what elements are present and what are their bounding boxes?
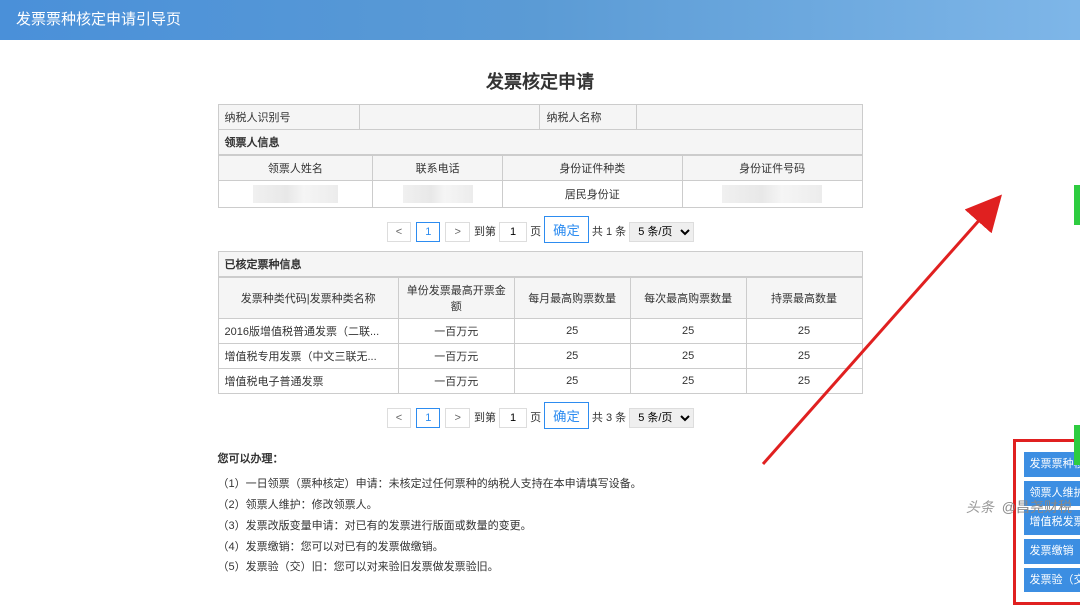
link-invoice-approval[interactable]: 发票票种核定申请	[1024, 452, 1080, 477]
blurred-value	[253, 185, 338, 203]
cell: 25	[630, 319, 746, 344]
blurred-value	[403, 185, 473, 203]
receiver-table: 领票人姓名 联系电话 身份证件种类 身份证件号码 居民身份证	[218, 155, 863, 208]
cell: 25	[746, 344, 862, 369]
label-taxpayer-name: 纳税人名称	[540, 105, 637, 130]
cell: 一百万元	[398, 344, 514, 369]
cell: 25	[746, 319, 862, 344]
scroll-indicator-icon	[1074, 185, 1080, 225]
col-receiver-name: 领票人姓名	[218, 156, 373, 181]
cell: 一百万元	[398, 369, 514, 394]
cell: 25	[514, 319, 630, 344]
col-a1: 单份发票最高开票金额	[398, 278, 514, 319]
page-input[interactable]	[499, 222, 527, 242]
help-line-2: （2）领票人维护：修改领票人。	[218, 495, 863, 516]
help-intro: 您可以办理：	[218, 449, 863, 470]
to-label: 到第	[474, 412, 496, 424]
page-unit: 页	[530, 226, 541, 238]
approved-section-table: 已核定票种信息	[218, 251, 863, 277]
pager-1: < 1 > 到第 页 确定 共 1 条 5 条/页	[0, 216, 1080, 243]
table-row: 2016版增值税普通发票（二联... 一百万元 25 25 25	[218, 319, 862, 344]
help-line-5: （5）发票验（交）旧：您可以对来验旧发票做发票验旧。	[218, 557, 863, 578]
col-a2: 每月最高购票数量	[514, 278, 630, 319]
help-line-4: （4）发票缴销：您可以对已有的发票做缴销。	[218, 537, 863, 558]
toutiao-icon: 头条	[966, 499, 994, 515]
pager-2: < 1 > 到第 页 确定 共 3 条 5 条/页	[0, 402, 1080, 429]
cell: 25	[630, 369, 746, 394]
cell: 25	[514, 344, 630, 369]
col-id-type: 身份证件种类	[502, 156, 682, 181]
per-page-select[interactable]: 5 条/页	[629, 222, 694, 242]
action-links-box: 发票票种核定申请 领票人维护 增值税发票增版增量 发票缴销 发票验（交）旧	[1013, 439, 1080, 605]
cell: 25	[514, 369, 630, 394]
table-row: 居民身份证	[218, 181, 862, 208]
col-a0: 发票种类代码|发票种类名称	[218, 278, 398, 319]
receiver-section-title: 领票人信息	[218, 130, 862, 155]
scroll-indicator-icon	[1074, 425, 1080, 465]
taxpayer-table: 纳税人识别号 纳税人名称 领票人信息	[218, 104, 863, 155]
link-invoice-verify[interactable]: 发票验（交）旧	[1024, 568, 1080, 593]
page-button[interactable]: 1	[416, 222, 440, 242]
page-button[interactable]: 1	[416, 408, 440, 428]
page-title: 发票核定申请	[0, 68, 1080, 94]
label-taxpayer-id: 纳税人识别号	[218, 105, 360, 130]
col-a4: 持票最高数量	[746, 278, 862, 319]
total-label: 共 3 条	[592, 412, 626, 424]
to-label: 到第	[474, 226, 496, 238]
cell: 2016版增值税普通发票（二联...	[218, 319, 398, 344]
per-page-select[interactable]: 5 条/页	[629, 408, 694, 428]
next-button[interactable]: >	[445, 222, 469, 242]
link-invoice-cancel[interactable]: 发票缴销	[1024, 539, 1080, 564]
blurred-value	[722, 185, 822, 203]
table-row: 增值税专用发票（中文三联无... 一百万元 25 25 25	[218, 344, 862, 369]
prev-button[interactable]: <	[387, 408, 411, 428]
col-id-number: 身份证件号码	[682, 156, 862, 181]
approved-section-title: 已核定票种信息	[218, 252, 862, 277]
help-line-3: （3）发票改版变量申请：对已有的发票进行版面或数量的变更。	[218, 516, 863, 537]
cell-id-type: 居民身份证	[502, 181, 682, 208]
next-button[interactable]: >	[445, 408, 469, 428]
page-input[interactable]	[499, 408, 527, 428]
cell: 增值税电子普通发票	[218, 369, 398, 394]
help-section: 您可以办理： （1）一日领票（票种核定）申请：未核定过任何票种的纳税人支持在本申…	[218, 449, 863, 578]
confirm-button[interactable]: 确定	[544, 402, 589, 429]
page-unit: 页	[530, 412, 541, 424]
col-a3: 每次最高购票数量	[630, 278, 746, 319]
value-taxpayer-name	[637, 105, 862, 130]
confirm-button[interactable]: 确定	[544, 216, 589, 243]
value-taxpayer-id	[360, 105, 540, 130]
cell: 一百万元	[398, 319, 514, 344]
approved-table: 发票种类代码|发票种类名称 单份发票最高开票金额 每月最高购票数量 每次最高购票…	[218, 277, 863, 394]
help-line-1: （1）一日领票（票种核定）申请：未核定过任何票种的纳税人支持在本申请填写设备。	[218, 474, 863, 495]
cell: 25	[630, 344, 746, 369]
cell: 增值税专用发票（中文三联无...	[218, 344, 398, 369]
watermark: 头条 @昌尧财税	[966, 497, 1072, 517]
table-row: 增值税电子普通发票 一百万元 25 25 25	[218, 369, 862, 394]
prev-button[interactable]: <	[387, 222, 411, 242]
watermark-text: @昌尧财税	[998, 499, 1072, 515]
page-header: 发票票种核定申请引导页	[0, 0, 1080, 40]
col-receiver-phone: 联系电话	[373, 156, 503, 181]
total-label: 共 1 条	[592, 226, 626, 238]
cell: 25	[746, 369, 862, 394]
header-title: 发票票种核定申请引导页	[16, 11, 181, 28]
